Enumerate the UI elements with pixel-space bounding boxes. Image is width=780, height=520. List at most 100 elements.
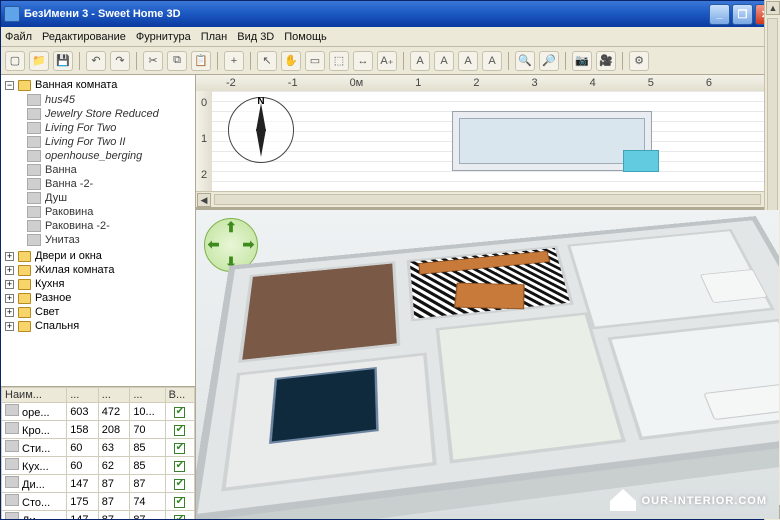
tree-category[interactable]: +Свет — [5, 305, 191, 319]
tree-item[interactable]: Ванна — [27, 163, 191, 177]
menu-edit[interactable]: Редактирование — [42, 31, 126, 43]
furniture-icon — [5, 458, 19, 470]
video-icon[interactable]: 🎥 — [596, 51, 616, 71]
app-icon — [4, 6, 20, 22]
floorplan-2d[interactable] — [452, 111, 652, 171]
furniture-icon — [27, 150, 41, 162]
table-row[interactable]: Ди...1478787✔ — [2, 511, 195, 520]
furniture-icon — [27, 122, 41, 134]
new-icon[interactable]: ▢ — [5, 51, 25, 71]
preferences-icon[interactable]: ⚙ — [629, 51, 649, 71]
column-header[interactable]: ... — [130, 388, 165, 403]
select-icon[interactable]: ↖ — [257, 51, 277, 71]
paste-icon[interactable]: 📋 — [191, 51, 211, 71]
table-row[interactable]: оре...60347210...✔ — [2, 403, 195, 421]
expand-icon[interactable]: + — [5, 252, 14, 261]
copy-icon[interactable]: ⧉ — [167, 51, 187, 71]
text-bold-icon[interactable]: A — [410, 51, 430, 71]
expand-icon[interactable]: + — [5, 322, 14, 331]
tree-item[interactable]: Раковина — [27, 205, 191, 219]
collapse-icon[interactable]: − — [5, 81, 14, 90]
furniture-icon — [27, 164, 41, 176]
folder-icon — [18, 321, 31, 332]
expand-icon[interactable]: + — [5, 308, 14, 317]
menu-plan[interactable]: План — [201, 31, 228, 43]
folder-icon — [18, 293, 31, 304]
table-row[interactable]: Сто...1758774✔ — [2, 493, 195, 511]
dimension-icon[interactable]: ↔ — [353, 51, 373, 71]
text-increase-icon[interactable]: A — [458, 51, 478, 71]
checkbox-icon: ✔ — [174, 407, 185, 418]
tree-item[interactable]: Унитаз — [27, 233, 191, 247]
save-icon[interactable]: 💾 — [53, 51, 73, 71]
scroll-up-icon[interactable]: ▲ — [766, 1, 780, 15]
tree-item[interactable]: Ванна -2- — [27, 177, 191, 191]
scroll-left-icon[interactable]: ◀ — [197, 193, 211, 207]
furniture-icon — [27, 94, 41, 106]
tree-item-label: hus45 — [45, 94, 75, 106]
furniture-icon — [27, 178, 41, 190]
table-row[interactable]: Кро...15820870✔ — [2, 421, 195, 439]
furniture-table[interactable]: Наим............В... оре...60347210...✔ … — [1, 387, 195, 519]
zoom-in-icon[interactable]: 🔍 — [515, 51, 535, 71]
tree-item[interactable]: Living For Two II — [27, 135, 191, 149]
tree-category[interactable]: +Двери и окна — [5, 249, 191, 263]
nav-up-icon[interactable]: ⬆ — [225, 219, 237, 236]
tree-item[interactable]: openhouse_berging — [27, 149, 191, 163]
text-italic-icon[interactable]: A — [434, 51, 454, 71]
table-row[interactable]: Ди...1478787✔ — [2, 475, 195, 493]
add-furniture-icon[interactable]: + — [224, 51, 244, 71]
column-header[interactable]: Наим... — [2, 388, 67, 403]
column-header[interactable]: В... — [165, 388, 194, 403]
maximize-button[interactable]: ❐ — [732, 4, 753, 25]
tree-category[interactable]: + Кухня — [5, 277, 191, 291]
furniture-icon — [27, 192, 41, 204]
folder-icon — [18, 279, 31, 290]
tree-category[interactable]: +Разное — [5, 291, 191, 305]
tree-category[interactable]: +Спальня — [5, 319, 191, 333]
tree-item[interactable]: Раковина -2- — [27, 219, 191, 233]
camera-icon[interactable]: 📷 — [572, 51, 592, 71]
text-decrease-icon[interactable]: A — [482, 51, 502, 71]
furniture-tree[interactable]: − Ванная комната hus45Jewelry Store Redu… — [1, 75, 195, 387]
tree-item[interactable]: hus45 — [27, 93, 191, 107]
zoom-out-icon[interactable]: 🔎 — [539, 51, 559, 71]
nav-right-icon[interactable]: ➡ — [242, 236, 254, 253]
wall-icon[interactable]: ▭ — [305, 51, 325, 71]
menu-view3d[interactable]: Вид 3D — [237, 31, 274, 43]
menu-furniture[interactable]: Фурнитура — [136, 31, 191, 43]
plan-view[interactable]: -2-10м123456 012 ▲ ▼ ◀ — [196, 75, 779, 210]
column-header[interactable]: ... — [98, 388, 130, 403]
nav-left-icon[interactable]: ⬅ — [208, 236, 220, 253]
undo-icon[interactable]: ↶ — [86, 51, 106, 71]
expand-icon[interactable]: + — [5, 266, 14, 275]
expand-icon[interactable]: + — [5, 294, 14, 303]
plan-canvas[interactable] — [212, 91, 779, 191]
tree-category[interactable]: +Жилая комната — [5, 263, 191, 277]
menu-file[interactable]: Файл — [5, 31, 32, 43]
model-3d[interactable] — [196, 216, 779, 519]
tree-root[interactable]: − Ванная комната — [5, 79, 191, 91]
tree-item[interactable]: Душ — [27, 191, 191, 205]
menu-help[interactable]: Помощь — [284, 31, 327, 43]
text-icon[interactable]: A₊ — [377, 51, 397, 71]
minimize-button[interactable]: _ — [709, 4, 730, 25]
furniture-icon — [27, 206, 41, 218]
table-row[interactable]: Сти...606385✔ — [2, 439, 195, 457]
folder-icon — [18, 265, 31, 276]
cut-icon[interactable]: ✂ — [143, 51, 163, 71]
pan-icon[interactable]: ✋ — [281, 51, 301, 71]
tree-item[interactable]: Jewelry Store Reduced — [27, 107, 191, 121]
room-icon[interactable]: ⬚ — [329, 51, 349, 71]
tree-category-label: Кухня — [35, 278, 64, 290]
open-icon[interactable]: 📁 — [29, 51, 49, 71]
plan-scrollbar-horizontal[interactable]: ◀ ▶ — [196, 191, 779, 207]
table-row[interactable]: Кух...606285✔ — [2, 457, 195, 475]
menubar: Файл Редактирование Фурнитура План Вид 3… — [1, 27, 779, 47]
expand-icon[interactable]: + — [5, 280, 14, 289]
column-header[interactable]: ... — [67, 388, 99, 403]
compass-icon[interactable] — [228, 97, 294, 163]
redo-icon[interactable]: ↷ — [110, 51, 130, 71]
tree-item[interactable]: Living For Two — [27, 121, 191, 135]
view-3d[interactable]: ⬆ ⬅➡ ⬇ OUR-INTERIOR.COM — [196, 210, 779, 519]
